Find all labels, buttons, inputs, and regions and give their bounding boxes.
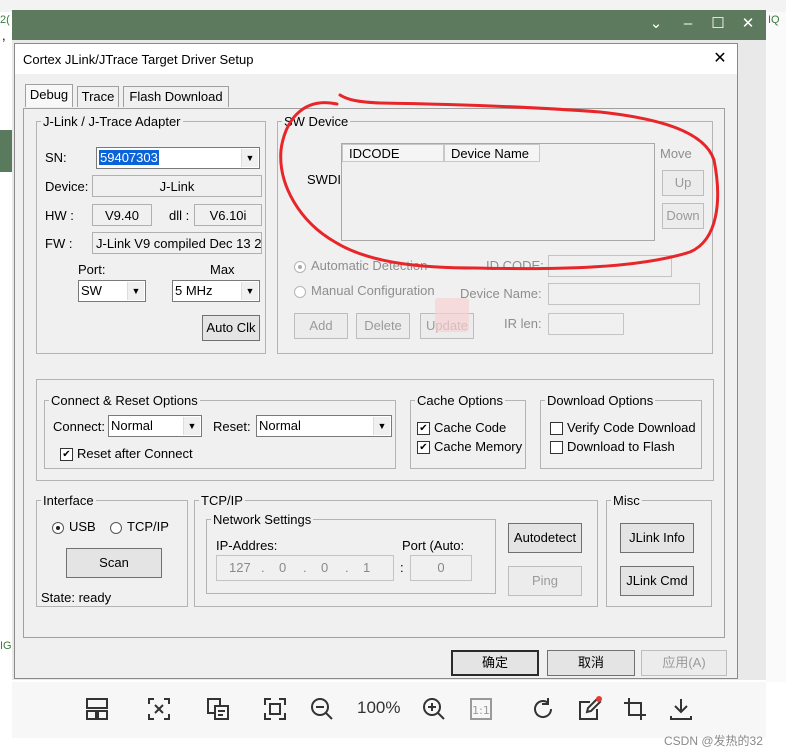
copy-text-icon[interactable]: [205, 696, 231, 722]
thumbnails-icon[interactable]: [84, 696, 110, 722]
ocr-text-icon[interactable]: [146, 696, 172, 722]
annotate-icon[interactable]: [577, 696, 603, 722]
download-icon[interactable]: [668, 696, 694, 722]
viewer-toolbar: 100% 1:1: [12, 682, 766, 738]
actual-size-icon[interactable]: 1:1: [468, 696, 494, 722]
csdn-watermark: CSDN @发热的32: [664, 734, 763, 748]
svg-text:1:1: 1:1: [472, 704, 490, 717]
rotate-icon[interactable]: [530, 696, 556, 722]
zoom-in-icon[interactable]: [421, 696, 447, 722]
zoom-out-icon[interactable]: [309, 696, 335, 722]
tab-debug[interactable]: Debug: [25, 84, 73, 107]
zoom-level: 100%: [357, 698, 401, 717]
crop-icon[interactable]: [622, 696, 648, 722]
red-annotation-ellipse: [279, 93, 720, 271]
fit-screen-icon[interactable]: [262, 696, 288, 722]
